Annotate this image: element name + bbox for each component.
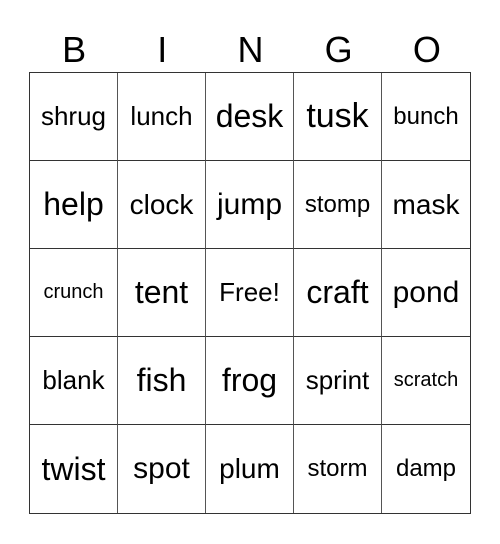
bingo-cell[interactable]: twist — [30, 425, 118, 513]
bingo-cell[interactable]: fish — [118, 337, 206, 425]
bingo-cell[interactable]: shrug — [30, 73, 118, 161]
header-letter-i: I — [157, 29, 168, 70]
free-space-cell[interactable]: Free! — [206, 249, 294, 337]
bingo-cell[interactable]: tusk — [294, 73, 382, 161]
bingo-cell[interactable]: bunch — [382, 73, 470, 161]
bingo-cell[interactable]: scratch — [382, 337, 470, 425]
bingo-cell[interactable]: frog — [206, 337, 294, 425]
bingo-header: B I N G O — [30, 28, 471, 72]
header-letter-g: G — [324, 29, 353, 70]
bingo-cell[interactable]: mask — [382, 161, 470, 249]
bingo-cell[interactable]: damp — [382, 425, 470, 513]
bingo-cell[interactable]: stomp — [294, 161, 382, 249]
bingo-cell[interactable]: lunch — [118, 73, 206, 161]
bingo-cell[interactable]: jump — [206, 161, 294, 249]
bingo-card-grid: shrug lunch desk tusk bunch help clock j… — [29, 72, 471, 514]
bingo-cell[interactable]: help — [30, 161, 118, 249]
header-letter-n: N — [237, 29, 264, 70]
bingo-cell[interactable]: pond — [382, 249, 470, 337]
bingo-cell[interactable]: clock — [118, 161, 206, 249]
bingo-cell[interactable]: plum — [206, 425, 294, 513]
bingo-cell[interactable]: desk — [206, 73, 294, 161]
bingo-cell[interactable]: craft — [294, 249, 382, 337]
bingo-cell[interactable]: blank — [30, 337, 118, 425]
header-letter-b: B — [62, 29, 87, 70]
bingo-cell[interactable]: tent — [118, 249, 206, 337]
bingo-cell[interactable]: storm — [294, 425, 382, 513]
header-letter-o: O — [412, 29, 441, 70]
bingo-cell[interactable]: crunch — [30, 249, 118, 337]
bingo-cell[interactable]: spot — [118, 425, 206, 513]
bingo-cell[interactable]: sprint — [294, 337, 382, 425]
